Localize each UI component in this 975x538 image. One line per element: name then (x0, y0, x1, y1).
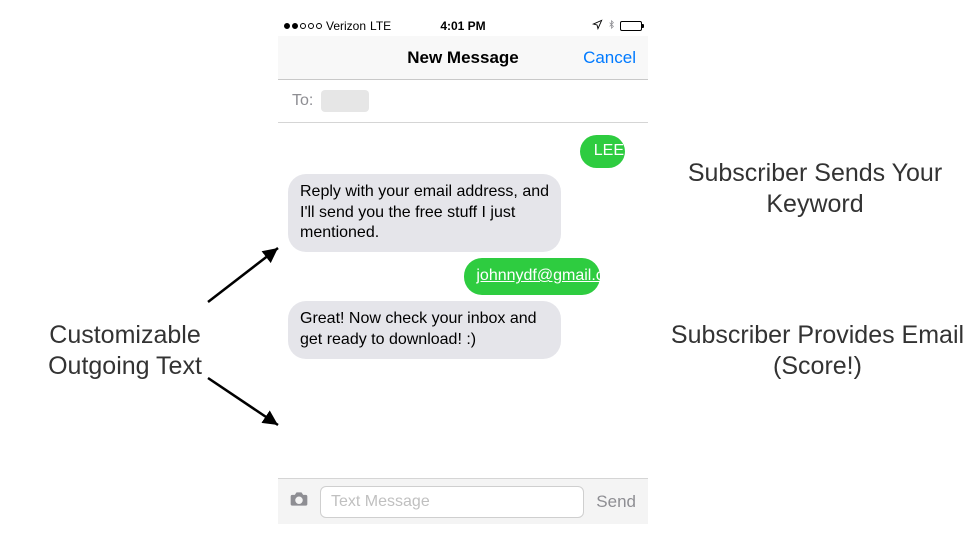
nav-title: New Message (407, 48, 519, 68)
arrow-icon (200, 370, 290, 440)
network-label: LTE (370, 19, 391, 33)
signal-dots-icon (284, 23, 322, 29)
status-right (592, 18, 642, 34)
incoming-message: Reply with your email address, and I'll … (288, 174, 561, 252)
bluetooth-icon (607, 18, 616, 34)
camera-icon[interactable] (286, 489, 312, 515)
status-bar: Verizon LTE 4:01 PM (278, 16, 648, 36)
battery-icon (620, 21, 642, 31)
carrier-label: Verizon (326, 19, 366, 33)
outgoing-message: LEE (580, 135, 625, 168)
message-thread[interactable]: LEE Reply with your email address, and I… (278, 123, 648, 478)
to-field-row[interactable]: To: (278, 80, 648, 123)
message-input[interactable]: Text Message (320, 486, 584, 518)
cancel-button[interactable]: Cancel (583, 48, 636, 68)
phone-frame: Verizon LTE 4:01 PM New Message Cancel T… (278, 16, 648, 524)
location-icon (592, 19, 603, 33)
annotation-subscriber-email: Subscriber Provides Email (Score!) (660, 320, 975, 383)
send-button[interactable]: Send (592, 492, 640, 512)
nav-bar: New Message Cancel (278, 36, 648, 80)
outgoing-message: johnnydf@gmail.com (464, 258, 599, 295)
incoming-message: Great! Now check your inbox and get read… (288, 301, 561, 359)
to-label: To: (292, 92, 313, 110)
message-placeholder: Text Message (331, 493, 430, 511)
compose-bar: Text Message Send (278, 478, 648, 524)
recipient-pill[interactable] (321, 90, 369, 112)
clock: 4:01 PM (440, 19, 485, 33)
arrow-icon (200, 240, 290, 310)
status-left: Verizon LTE (284, 19, 391, 33)
annotation-subscriber-keyword: Subscriber Sends Your Keyword (660, 158, 970, 221)
